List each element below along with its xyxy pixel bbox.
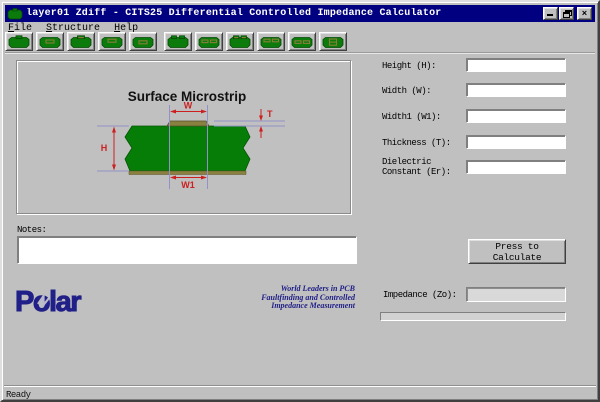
width-input[interactable] — [467, 89, 565, 101]
centered-stripline-icon — [131, 35, 155, 49]
minimize-icon — [547, 14, 553, 16]
toolbar-button-diff-surface-microstrip[interactable] — [164, 32, 192, 51]
toolbar-button-embedded-microstrip[interactable] — [36, 32, 64, 51]
app-window: layer01 Zdiff - CITS25 Differential Cont… — [0, 0, 600, 402]
calculate-button[interactable]: Press to Calculate — [468, 239, 566, 264]
width1-field-frame — [466, 109, 566, 123]
toolbar-button-diff-embedded-microstrip[interactable] — [195, 32, 223, 51]
toolbar-button-diff-offset-stripline[interactable] — [257, 32, 285, 51]
dielectric-field-frame — [466, 160, 566, 174]
toolbar-divider — [5, 52, 595, 54]
toolbar-button-diff-coated-microstrip[interactable] — [226, 32, 254, 51]
coated-microstrip-icon — [69, 35, 93, 49]
toolbar-button-surface-microstrip[interactable] — [5, 32, 33, 51]
substrate-shape — [125, 126, 250, 171]
width1-input[interactable] — [467, 115, 565, 127]
toolbar-button-offset-stripline[interactable] — [98, 32, 126, 51]
width-field-frame — [466, 83, 566, 97]
dim-label-w1: W1 — [181, 180, 195, 190]
calculate-button-line1: Press to — [495, 241, 538, 252]
impedance-label: Impedance (Zo): — [383, 290, 457, 300]
toolbar-button-centered-stripline[interactable] — [129, 32, 157, 51]
diff-centered-stripline-icon — [290, 35, 314, 49]
titlebar[interactable]: layer01 Zdiff - CITS25 Differential Cont… — [5, 5, 595, 22]
app-icon — [7, 8, 23, 21]
diff-broadside-stripline-icon — [321, 35, 345, 49]
restore-icon — [563, 10, 572, 18]
width1-label: Width1 (W1): — [382, 112, 466, 122]
diff-surface-microstrip-icon — [166, 35, 190, 49]
dim-label-h: H — [101, 143, 108, 153]
calculate-button-line2: Calculate — [493, 252, 542, 263]
tagline-line3: Impedance Measurement — [182, 302, 355, 311]
progress-bar — [380, 312, 566, 321]
dielectric-label: Dielectric Constant (Er): — [382, 157, 466, 177]
height-field-frame — [466, 58, 566, 72]
notes-label: Notes: — [17, 225, 46, 235]
minimize-button[interactable] — [543, 7, 558, 20]
restore-button[interactable] — [559, 7, 574, 20]
polar-logo: Polar — [15, 288, 103, 316]
trace-shape — [167, 121, 209, 126]
toolbar-button-diff-broadside-stripline[interactable] — [319, 32, 347, 51]
window-title: layer01 Zdiff - CITS25 Differential Cont… — [26, 8, 441, 19]
ground-plane-shape — [129, 171, 246, 175]
diff-embedded-microstrip-icon — [197, 35, 221, 49]
statusbar-text: Ready — [6, 390, 31, 400]
offset-stripline-icon — [100, 35, 124, 49]
impedance-output — [466, 287, 566, 302]
toolbar-button-diff-centered-stripline[interactable] — [288, 32, 316, 51]
thickness-label: Thickness (T): — [382, 138, 466, 148]
structure-diagram-panel: Surface Microstrip — [16, 60, 351, 214]
microstrip-diagram: Surface Microstrip — [17, 61, 350, 213]
toolbar-button-coated-microstrip[interactable] — [67, 32, 95, 51]
thickness-input[interactable] — [467, 141, 565, 153]
statusbar-divider — [4, 385, 596, 387]
diff-coated-microstrip-icon — [228, 35, 252, 49]
polar-logo-text: Polar — [15, 288, 81, 316]
embedded-microstrip-icon — [38, 35, 62, 49]
brand-tagline: World Leaders in PCB Faultfinding and Co… — [182, 285, 355, 311]
dim-label-w: W — [184, 101, 193, 111]
height-label: Height (H): — [382, 61, 466, 71]
surface-microstrip-icon — [7, 35, 31, 49]
width-label: Width (W): — [382, 86, 466, 96]
close-button[interactable]: × — [577, 7, 592, 20]
height-input[interactable] — [467, 64, 565, 76]
diff-offset-stripline-icon — [259, 35, 283, 49]
notes-box-frame — [17, 236, 357, 264]
thickness-field-frame — [466, 135, 566, 149]
notes-input[interactable] — [18, 237, 356, 263]
dim-label-t: T — [267, 109, 273, 119]
close-icon: × — [582, 9, 587, 19]
dielectric-input[interactable] — [467, 166, 565, 178]
